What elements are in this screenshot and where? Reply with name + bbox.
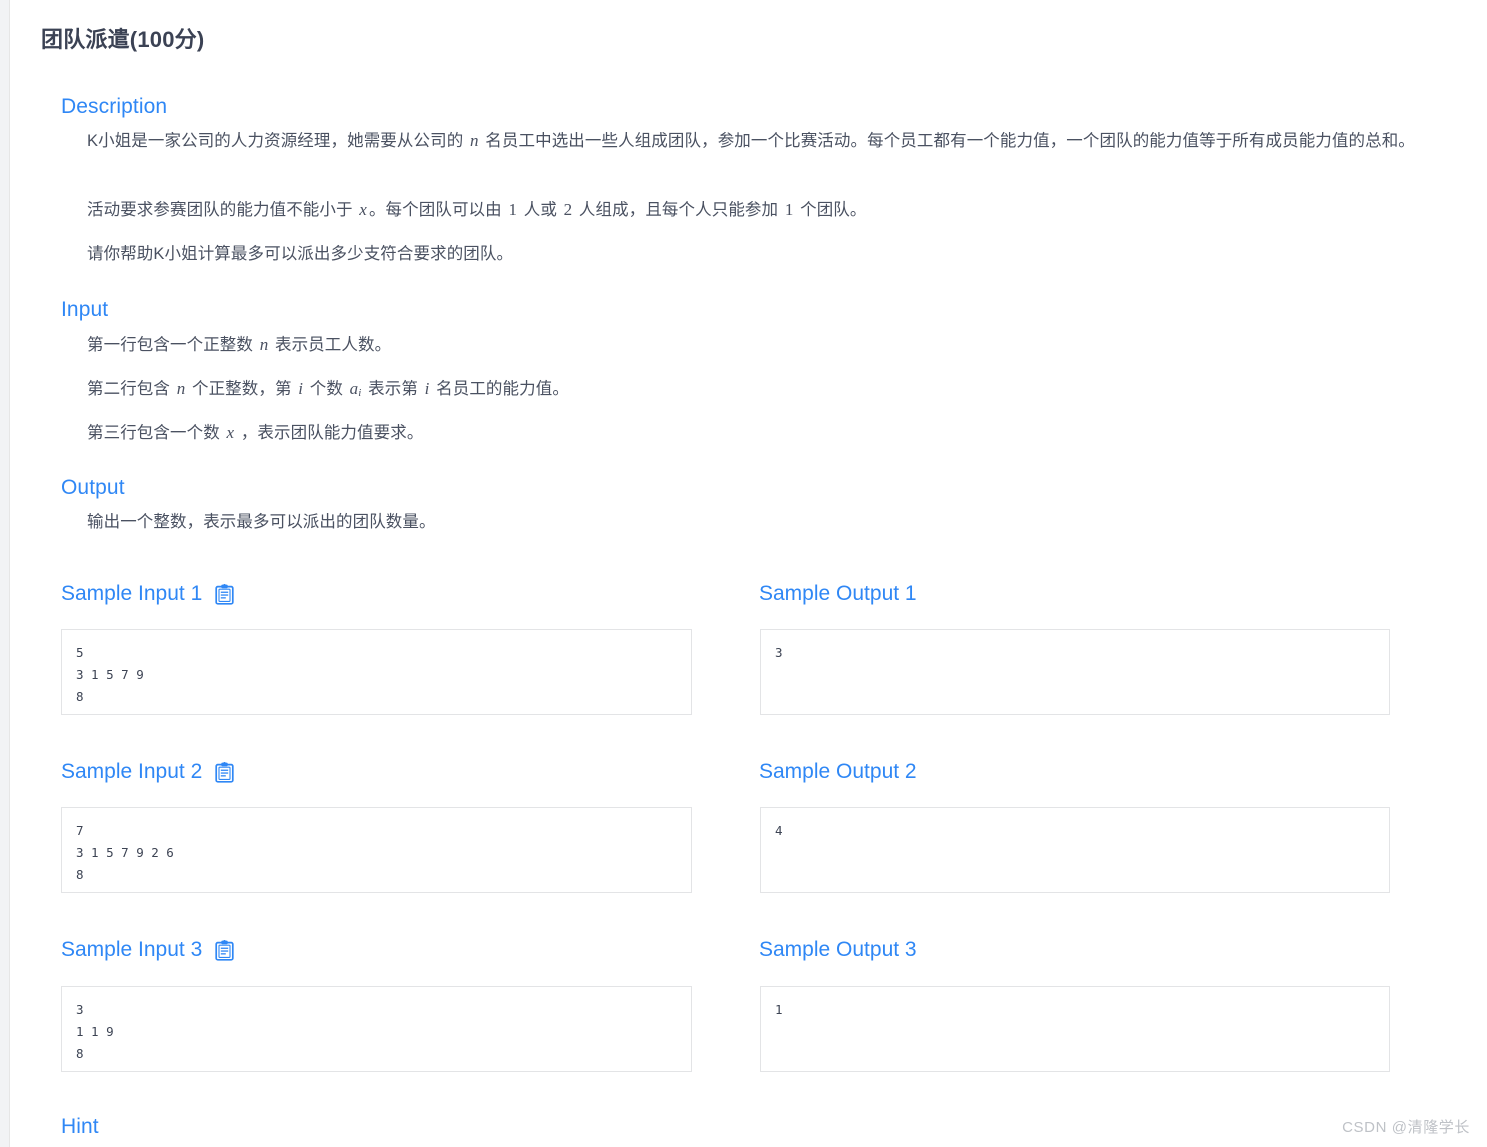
desc-p2-suffix: 个团队。 [795,201,867,219]
description-paragraph-1: K小姐是一家公司的人力资源经理，她需要从公司的 n 名员工中选出一些人组成团队，… [87,126,1432,156]
desc-p2-mid2: 人或 [519,201,562,219]
sample-output-2-label: Sample Output 2 [759,760,917,783]
sample-input-3-box: 3 1 1 9 8 [61,986,692,1072]
sample-output-2-box: 4 [760,807,1390,893]
sample-input-3-heading: Sample Input 3 [61,938,234,962]
sample-input-2-box: 7 3 1 5 7 9 2 6 8 [61,807,692,893]
input-l2-mid3: 表示第 [363,380,423,398]
sample-input-2-heading: Sample Input 2 [61,760,234,784]
sample-output-3-heading: Sample Output 3 [759,938,917,962]
description-paragraph-3: 请你帮助K小姐计算最多可以派出多少支符合要求的团队。 [87,245,514,263]
desc-p2-prefix: 活动要求参赛团队的能力值不能小于 [87,201,358,219]
csdn-watermark: CSDN @清隆学长 [1342,1119,1470,1136]
desc-p2-var-x: x [359,200,367,219]
input-line-3: 第三行包含一个数 x ，表示团队能力值要求。 [87,418,423,448]
clipboard-copy-icon[interactable] [215,939,234,961]
input-l3-suffix: ，表示团队能力值要求。 [236,424,424,442]
desc-p2-num-2: 2 [563,200,573,219]
sample-output-3-box: 1 [760,986,1390,1072]
section-heading-output: Output [61,476,125,499]
sample-output-3-label: Sample Output 3 [759,938,917,961]
sample-input-1-heading: Sample Input 1 [61,582,234,606]
sample-output-1-label: Sample Output 1 [759,582,917,605]
input-l2-mid1: 个正整数，第 [187,380,297,398]
input-l3-var-x: x [226,423,235,442]
desc-p2-mid3: 人组成，且每个人只能参加 [574,201,783,219]
input-l3-prefix: 第三行包含一个数 [87,424,225,442]
sample-input-1-label: Sample Input 1 [61,582,203,605]
input-l1-prefix: 第一行包含一个正整数 [87,336,258,354]
clipboard-copy-icon[interactable] [215,583,234,605]
input-l1-var-n: n [259,335,269,354]
desc-p2-middle: 。每个团队可以由 [368,201,507,219]
sample-input-3-label: Sample Input 3 [61,938,203,961]
input-l2-var-n: n [176,379,186,398]
sample-input-1-box: 5 3 1 5 7 9 8 [61,629,692,715]
section-heading-description: Description [61,95,168,118]
desc-p1-var-n: n [470,131,479,150]
input-l2-var-a-base: a [349,379,359,398]
input-line-1: 第一行包含一个正整数 n 表示员工人数。 [87,330,391,360]
input-line-2: 第二行包含 n 个正整数，第 i 个数 ai 表示第 i 名员工的能力值。 [87,374,569,408]
sample-output-1-heading: Sample Output 1 [759,582,917,606]
input-l2-mid2: 个数 [305,380,348,398]
input-l2-var-a: ai [348,379,364,399]
section-heading-hint: Hint [61,1115,99,1138]
desc-p1-prefix: K小姐是一家公司的人力资源经理，她需要从公司的 [87,132,468,150]
section-heading-input: Input [61,298,109,321]
desc-p2-num-3: 1 [784,200,794,219]
input-l2-var-a-sub: i [358,387,362,399]
input-l2-prefix: 第二行包含 [87,380,175,398]
desc-p2-num-1: 1 [508,200,518,219]
input-l1-suffix: 表示员工人数。 [270,336,392,354]
input-l2-var-i-a: i [298,379,304,398]
page-title: 团队派遣(100分) [41,27,205,52]
page-root: 团队派遣(100分) Description K小姐是一家公司的人力资源经理，她… [0,0,1487,1147]
input-l2-suffix: 名员工的能力值。 [431,380,569,398]
sample-output-1-box: 3 [760,629,1390,715]
sample-output-2-heading: Sample Output 2 [759,760,917,784]
problem-card: 团队派遣(100分) Description K小姐是一家公司的人力资源经理，她… [9,0,1487,1147]
sample-input-2-label: Sample Input 2 [61,760,203,783]
desc-p1-middle: 名员工中选出一些人组成团队，参加一个比赛活动。每个员工都有一个能力值，一个团队的… [480,132,1415,150]
clipboard-copy-icon[interactable] [215,761,234,783]
output-description: 输出一个整数，表示最多可以派出的团队数量。 [87,513,436,531]
description-paragraph-2: 活动要求参赛团队的能力值不能小于 x 。每个团队可以由 1 人或 2 人组成，且每… [87,195,1432,225]
